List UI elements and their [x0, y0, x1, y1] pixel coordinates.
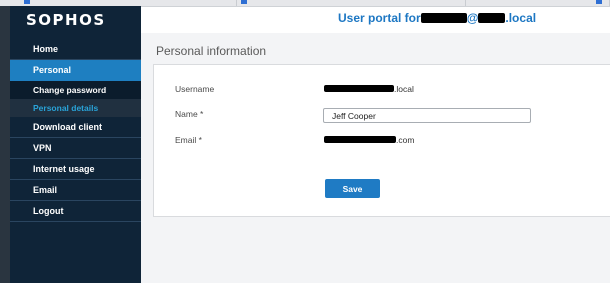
sidebar-item-logout[interactable]: Logout [10, 201, 141, 222]
browser-tab[interactable] [466, 0, 610, 6]
sidebar-item-email[interactable]: Email [10, 180, 141, 201]
redacted-text [420, 13, 467, 23]
personal-info-panel: Username .local Name * Email * .com Save [153, 64, 610, 217]
redacted-text [324, 136, 396, 143]
email-suffix: .com [396, 135, 415, 145]
section-title: Personal information [156, 44, 267, 58]
username-suffix: .local [394, 84, 414, 94]
main-content: Personal information Username .local Nam… [141, 33, 610, 283]
save-button[interactable]: Save [325, 179, 380, 198]
email-label: Email * [175, 135, 202, 145]
sidebar-item-home[interactable]: Home [10, 39, 141, 60]
tab-favicon-icon [241, 0, 247, 4]
window-edge [0, 6, 10, 283]
page-title: User portal for @ .local [338, 11, 536, 25]
sidebar-nav: Home Personal Change password Personal d… [10, 39, 141, 222]
sidebar-subitem-personal-details[interactable]: Personal details [10, 99, 141, 117]
tab-favicon-icon [596, 0, 602, 4]
sidebar-item-internet-usage[interactable]: Internet usage [10, 159, 141, 180]
page-title-suffix: .local [505, 11, 537, 25]
browser-tab[interactable] [237, 0, 466, 6]
sidebar-item-download-client[interactable]: Download client [10, 117, 141, 138]
redacted-text [324, 85, 394, 92]
redacted-text [478, 13, 506, 23]
page-title-prefix: User portal for [338, 11, 421, 25]
page-title-at: @ [466, 11, 479, 25]
sidebar-item-personal[interactable]: Personal [10, 60, 141, 81]
email-value: .com [324, 135, 414, 145]
username-value: .local [324, 84, 414, 94]
name-field[interactable] [323, 108, 531, 123]
name-label: Name * [175, 109, 204, 119]
tab-favicon-icon [24, 0, 30, 4]
sidebar-subitem-change-password[interactable]: Change password [10, 81, 141, 99]
sophos-logo: SOPHOS [26, 11, 106, 29]
username-label: Username [175, 84, 215, 94]
sidebar-item-vpn[interactable]: VPN [10, 138, 141, 159]
sidebar: SOPHOS Home Personal Change password Per… [10, 6, 141, 283]
